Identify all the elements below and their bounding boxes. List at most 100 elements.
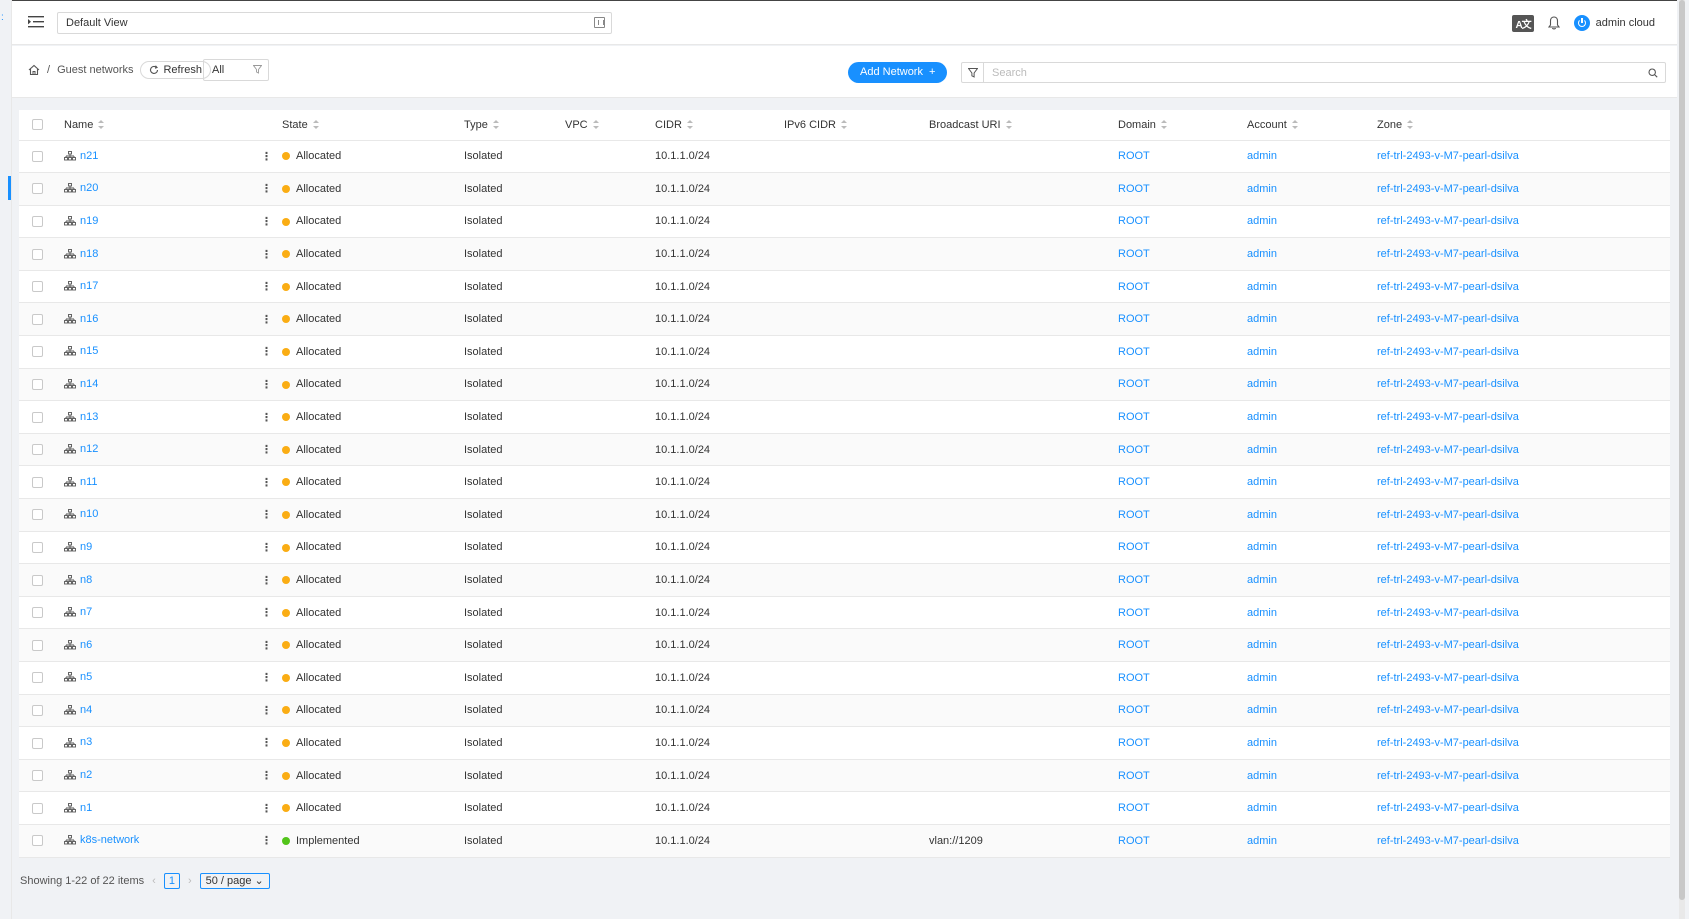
next-page-icon[interactable]: › (188, 875, 192, 887)
col-broadcast-uri[interactable]: Broadcast URI (929, 110, 1118, 141)
select-all-checkbox[interactable] (32, 119, 43, 131)
network-name-link[interactable]: n10 (80, 508, 98, 520)
network-name-link[interactable]: k8s-network (80, 834, 139, 846)
domain-link[interactable]: ROOT (1118, 411, 1150, 423)
row-checkbox[interactable] (32, 183, 43, 195)
row-actions-icon[interactable]: ⋮ (261, 182, 272, 195)
row-checkbox[interactable] (32, 802, 43, 814)
network-name-link[interactable]: n14 (80, 378, 98, 390)
row-checkbox[interactable] (32, 248, 43, 260)
zone-link[interactable]: ref-trl-2493-v-M7-pearl-dsilva (1377, 607, 1519, 619)
domain-link[interactable]: ROOT (1118, 150, 1150, 162)
network-name-link[interactable]: n20 (80, 182, 98, 194)
table-row[interactable]: n1 ⋮ Allocated Isolated 10.1.1.0/24 ROOT admin… (19, 792, 1670, 825)
table-row[interactable]: n19 ⋮ Allocated Isolated 10.1.1.0/24 ROOT admi… (19, 205, 1670, 238)
zone-link[interactable]: ref-trl-2493-v-M7-pearl-dsilva (1377, 802, 1519, 814)
search-input[interactable] (984, 63, 1641, 82)
zone-link[interactable]: ref-trl-2493-v-M7-pearl-dsilva (1377, 281, 1519, 293)
search-icon[interactable] (1641, 63, 1665, 82)
zone-link[interactable]: ref-trl-2493-v-M7-pearl-dsilva (1377, 509, 1519, 521)
zone-link[interactable]: ref-trl-2493-v-M7-pearl-dsilva (1377, 183, 1519, 195)
col-vpc[interactable]: VPC (565, 110, 655, 141)
col-domain[interactable]: Domain (1118, 110, 1247, 141)
account-link[interactable]: admin (1247, 411, 1277, 423)
table-row[interactable]: n3 ⋮ Allocated Isolated 10.1.1.0/24 ROOT admin… (19, 727, 1670, 760)
domain-link[interactable]: ROOT (1118, 607, 1150, 619)
zone-link[interactable]: ref-trl-2493-v-M7-pearl-dsilva (1377, 444, 1519, 456)
zone-link[interactable]: ref-trl-2493-v-M7-pearl-dsilva (1377, 639, 1519, 651)
account-link[interactable]: admin (1247, 737, 1277, 749)
account-link[interactable]: admin (1247, 509, 1277, 521)
domain-link[interactable]: ROOT (1118, 574, 1150, 586)
page-number-button[interactable]: 1 (163, 873, 180, 889)
network-name-link[interactable]: n21 (80, 150, 98, 162)
row-checkbox[interactable] (32, 672, 43, 684)
row-actions-icon[interactable]: ⋮ (261, 345, 272, 358)
zone-link[interactable]: ref-trl-2493-v-M7-pearl-dsilva (1377, 672, 1519, 684)
network-name-link[interactable]: n2 (80, 769, 92, 781)
row-checkbox[interactable] (32, 639, 43, 651)
table-row[interactable]: n17 ⋮ Allocated Isolated 10.1.1.0/24 ROOT admi… (19, 270, 1670, 303)
row-checkbox[interactable] (32, 607, 43, 619)
table-row[interactable]: n11 ⋮ Allocated Isolated 10.1.1.0/24 ROOT admi… (19, 466, 1670, 499)
row-actions-icon[interactable]: ⋮ (261, 769, 272, 782)
domain-link[interactable]: ROOT (1118, 672, 1150, 684)
row-checkbox[interactable] (32, 379, 43, 391)
account-link[interactable]: admin (1247, 248, 1277, 260)
language-icon[interactable]: A文 (1512, 14, 1534, 32)
prev-page-icon[interactable]: ‹ (152, 875, 156, 887)
refresh-button[interactable]: Refresh (140, 61, 212, 79)
row-checkbox[interactable] (32, 216, 43, 228)
row-checkbox[interactable] (32, 542, 43, 554)
network-name-link[interactable]: n9 (80, 541, 92, 553)
row-actions-icon[interactable]: ⋮ (261, 574, 272, 587)
row-actions-icon[interactable]: ⋮ (261, 834, 272, 847)
domain-link[interactable]: ROOT (1118, 835, 1150, 847)
network-name-link[interactable]: n3 (80, 736, 92, 748)
network-name-link[interactable]: n4 (80, 704, 92, 716)
sidebar-edge-icon[interactable]: : (1, 13, 5, 23)
row-checkbox[interactable] (32, 346, 43, 358)
zone-link[interactable]: ref-trl-2493-v-M7-pearl-dsilva (1377, 704, 1519, 716)
network-name-link[interactable]: n19 (80, 215, 98, 227)
table-row[interactable]: n15 ⋮ Allocated Isolated 10.1.1.0/24 ROOT admi… (19, 336, 1670, 369)
row-actions-icon[interactable]: ⋮ (261, 606, 272, 619)
network-name-link[interactable]: n18 (80, 248, 98, 260)
domain-link[interactable]: ROOT (1118, 541, 1150, 553)
table-row[interactable]: n4 ⋮ Allocated Isolated 10.1.1.0/24 ROOT admin… (19, 694, 1670, 727)
domain-link[interactable]: ROOT (1118, 183, 1150, 195)
network-name-link[interactable]: n11 (80, 476, 98, 488)
domain-link[interactable]: ROOT (1118, 770, 1150, 782)
table-row[interactable]: k8s-network ⋮ Implemented Isolated 10.1.1.0/… (19, 824, 1670, 858)
bell-icon[interactable] (1547, 16, 1560, 30)
account-link[interactable]: admin (1247, 607, 1277, 619)
zone-link[interactable]: ref-trl-2493-v-M7-pearl-dsilva (1377, 770, 1519, 782)
table-row[interactable]: n16 ⋮ Allocated Isolated 10.1.1.0/24 ROOT admi… (19, 302, 1670, 336)
account-link[interactable]: admin (1247, 639, 1277, 651)
account-link[interactable]: admin (1247, 541, 1277, 553)
account-link[interactable]: admin (1247, 672, 1277, 684)
network-name-link[interactable]: n7 (80, 606, 92, 618)
view-select[interactable]: Default View (57, 12, 612, 34)
table-row[interactable]: n9 ⋮ Allocated Isolated 10.1.1.0/24 ROOT admin… (19, 531, 1670, 564)
domain-link[interactable]: ROOT (1118, 378, 1150, 390)
account-link[interactable]: admin (1247, 770, 1277, 782)
domain-link[interactable]: ROOT (1118, 444, 1150, 456)
row-actions-icon[interactable]: ⋮ (261, 150, 272, 163)
network-name-link[interactable]: n16 (80, 313, 98, 325)
row-checkbox[interactable] (32, 444, 43, 456)
row-actions-icon[interactable]: ⋮ (261, 378, 272, 391)
row-checkbox[interactable] (32, 313, 43, 325)
row-checkbox[interactable] (32, 770, 43, 782)
zone-link[interactable]: ref-trl-2493-v-M7-pearl-dsilva (1377, 150, 1519, 162)
table-row[interactable]: n21 ⋮ Allocated Isolated 10.1.1.0/24 ROOT admi… (19, 140, 1670, 173)
table-row[interactable]: n10 ⋮ Allocated Isolated 10.1.1.0/24 ROOT admi… (19, 498, 1670, 532)
row-actions-icon[interactable]: ⋮ (261, 280, 272, 293)
account-link[interactable]: admin (1247, 378, 1277, 390)
row-actions-icon[interactable]: ⋮ (261, 639, 272, 652)
page-size-select[interactable]: 50 / page ⌄ (199, 873, 270, 889)
zone-link[interactable]: ref-trl-2493-v-M7-pearl-dsilva (1377, 248, 1519, 260)
network-name-link[interactable]: n8 (80, 574, 92, 586)
row-actions-icon[interactable]: ⋮ (261, 736, 272, 749)
row-actions-icon[interactable]: ⋮ (261, 671, 272, 684)
